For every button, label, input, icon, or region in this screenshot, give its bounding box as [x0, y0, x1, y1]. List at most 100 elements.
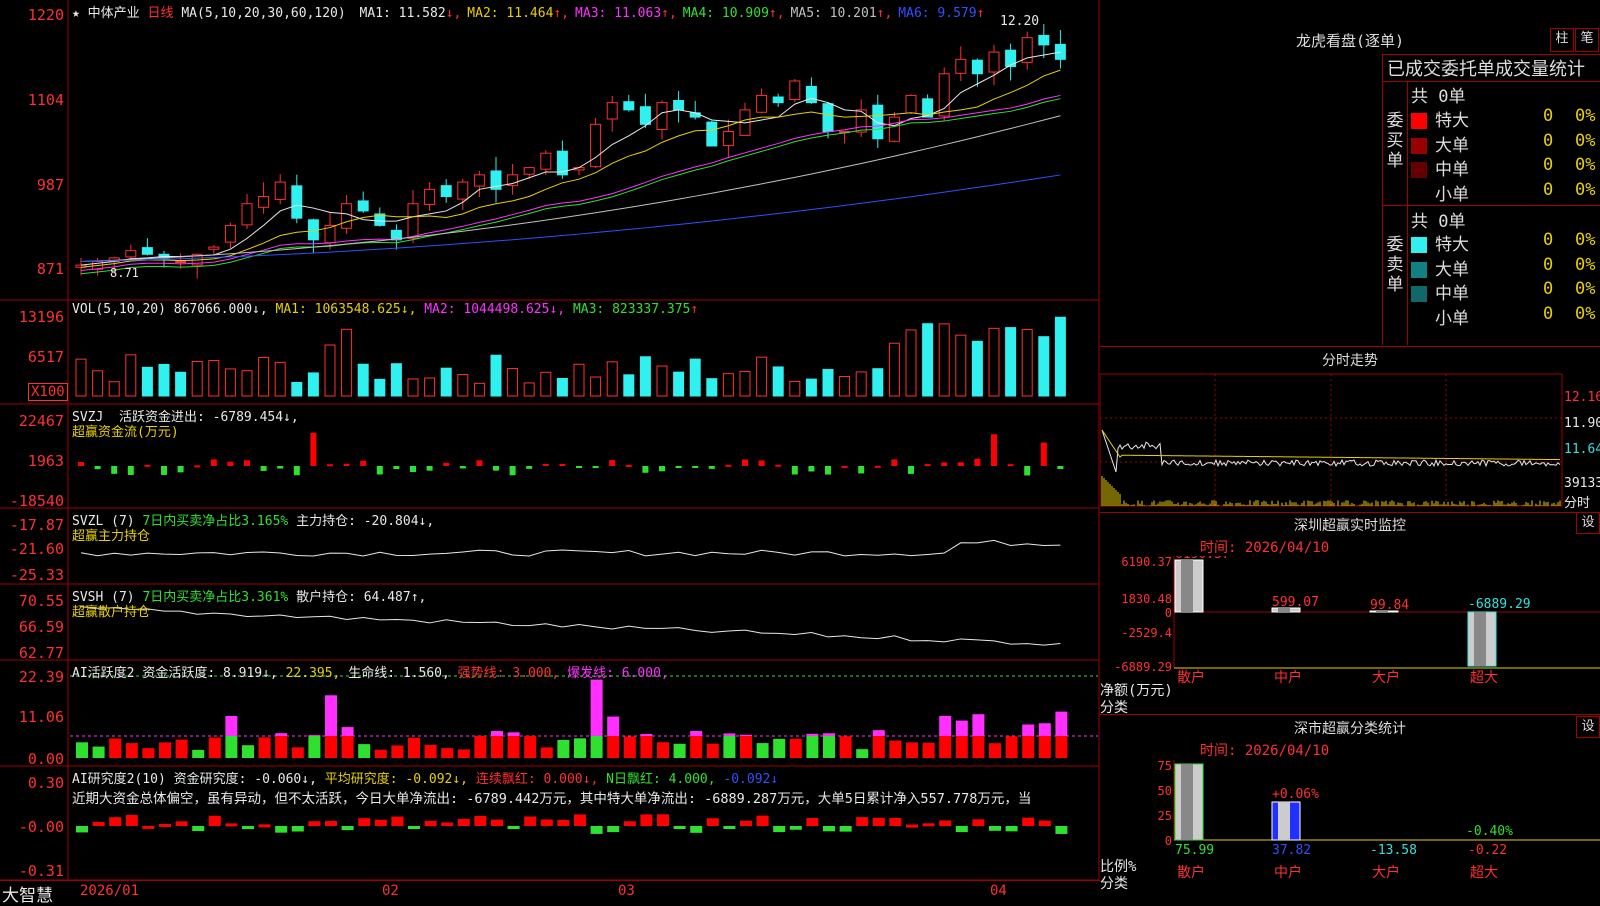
svzl-axis-label: -21.60: [2, 540, 64, 558]
tick-mode-button[interactable]: 笔: [1575, 28, 1599, 52]
order-count: 0: [1543, 279, 1553, 299]
right-sidebar: 龙虎看盘(逐单) 柱 笔 已成交委托单成交量统计 委买单 委卖单 共 0单 共 …: [1100, 0, 1600, 900]
sz-monitor-category: 大户: [1372, 669, 1400, 686]
intraday-chart[interactable]: [1100, 370, 1600, 512]
order-type: 小单: [1435, 309, 1469, 329]
period-label[interactable]: 日线: [148, 6, 174, 21]
longhu-table: 已成交委托单成交量统计 委买单 委卖单 共 0单 共 0单 特大00%大单00%…: [1382, 54, 1600, 345]
sz-monitor-chart: 6190.371830.480-2529.4-6889.296190.37散户5…: [1100, 556, 1600, 686]
svzj-subtitle: 超赢资金流(万元): [72, 421, 179, 440]
sz-class-top-label: -0.40%: [1466, 824, 1513, 839]
star-icon[interactable]: ★: [72, 6, 80, 21]
volume-bar: [225, 369, 235, 396]
color-swatch: [1411, 311, 1427, 327]
ma-value-5: MA5: 10.201↑,: [791, 6, 893, 21]
low-price-mark: 8.71: [110, 266, 139, 280]
candle: [873, 105, 883, 139]
volume-bar: [425, 378, 435, 396]
volume-bar: [956, 335, 966, 396]
volume-bar: [591, 377, 601, 396]
date-label: 2026/01: [80, 883, 139, 899]
ai2-axis-label: -0.31: [2, 862, 64, 880]
sz-class-unit2: 分类: [1100, 873, 1128, 893]
vol-unit-badge[interactable]: X100: [28, 383, 68, 401]
order-percent: 0%: [1575, 255, 1595, 275]
candle: [225, 225, 235, 242]
svsh-axis-label: 70.55: [2, 592, 64, 610]
price-axis-label: 1104: [2, 91, 64, 109]
volume-bar: [524, 383, 534, 396]
sz-monitor-axis-label: 0: [1165, 606, 1172, 620]
candle: [806, 86, 816, 102]
date-label: 03: [618, 883, 635, 899]
vol-axis-label: 6517: [2, 348, 64, 366]
candle: [823, 104, 833, 132]
ai2-axis-label: 0.30: [2, 774, 64, 792]
ai2-v4: N日飘红: 4.000,: [606, 772, 715, 787]
volume-bar: [391, 364, 401, 396]
volume-bar: [889, 343, 899, 396]
price-axis-label: 987: [2, 176, 64, 194]
sz-monitor-settings-button[interactable]: 设: [1576, 512, 1600, 534]
candle: [1039, 35, 1049, 44]
price-header: ★ 中体产业 日线 MA(5,10,20,30,60,120) MA1: 11.…: [72, 2, 984, 21]
high-price-mark: 12.20: [1000, 14, 1039, 29]
candle: [674, 101, 684, 110]
volume-bar: [823, 369, 833, 396]
volume-bar: [624, 375, 634, 396]
ai1-v1: 资金活跃度: 8.919↓,: [142, 666, 277, 681]
sz-class-settings-button[interactable]: 设: [1576, 716, 1600, 738]
ai1-v3: 生命线: 1.560,: [348, 666, 450, 681]
volume-bar: [292, 382, 302, 396]
candle: [176, 262, 186, 263]
order-percent: 0%: [1575, 304, 1595, 324]
sell-total: 共 0单: [1411, 207, 1465, 232]
bar-mode-button[interactable]: 柱: [1550, 28, 1574, 52]
candle: [358, 201, 368, 211]
order-count: 0: [1543, 230, 1553, 250]
candle: [640, 107, 650, 125]
sz-class-top-label: +0.06%: [1272, 787, 1319, 802]
volume-bar: [308, 373, 318, 396]
chart-area[interactable]: [0, 0, 1100, 900]
order-count: 0: [1543, 304, 1553, 324]
svzl-axis-label: -25.33: [2, 566, 64, 584]
vol-title: VOL(5,10,20): [72, 302, 166, 317]
order-count: 0: [1543, 255, 1553, 275]
svsh-line: [81, 607, 1060, 645]
ma-title: MA(5,10,20,30,60,120): [181, 6, 345, 21]
order-type: 中单: [1435, 284, 1469, 304]
candle: [458, 182, 468, 199]
volume-bar: [458, 375, 468, 396]
sz-monitor-axis-label: 1830.48: [1121, 592, 1172, 606]
order-row-小单: 小单 0 0%: [1411, 304, 1597, 329]
candle: [242, 204, 252, 225]
vol-value: 867066.000: [174, 302, 252, 317]
candle: [408, 204, 418, 239]
ma-value-3: MA3: 11.063↑,: [575, 6, 677, 21]
order-type: 中单: [1435, 160, 1469, 180]
volume-bar: [757, 357, 767, 396]
order-row-中单: 中单00%: [1411, 155, 1597, 180]
date-axis[interactable]: 大智慧 2026/01 02 03 04: [0, 880, 1100, 901]
sz-monitor-axis-label: 6190.37: [1121, 556, 1172, 569]
ai-activity-header: AI活跃度2 资金活跃度: 8.919↓, 22.395, 生命线: 1.560…: [72, 662, 669, 681]
ai1-v5: 爆发线: 6.000,: [567, 666, 669, 681]
volume-bar: [142, 367, 152, 396]
volume-bar: [541, 372, 551, 396]
fenshi-axis-label: 11.90: [1564, 416, 1600, 431]
volume-bar: [906, 330, 916, 396]
ai1-title: AI活跃度2: [72, 666, 134, 681]
order-type: 小单: [1435, 185, 1469, 205]
volume-bar: [773, 367, 783, 396]
volume-bar: [441, 368, 451, 396]
candle: [972, 60, 982, 74]
color-swatch: [1411, 262, 1427, 278]
volume-bar: [159, 364, 169, 396]
color-swatch: [1411, 237, 1427, 253]
volume-bar: [275, 362, 285, 396]
ai1-axis-label: 22.39: [2, 668, 64, 686]
volume-bars[interactable]: [76, 317, 1065, 396]
svsh-ratio: 7日内买卖净占比3.361%: [142, 590, 288, 605]
candle: [591, 124, 601, 166]
